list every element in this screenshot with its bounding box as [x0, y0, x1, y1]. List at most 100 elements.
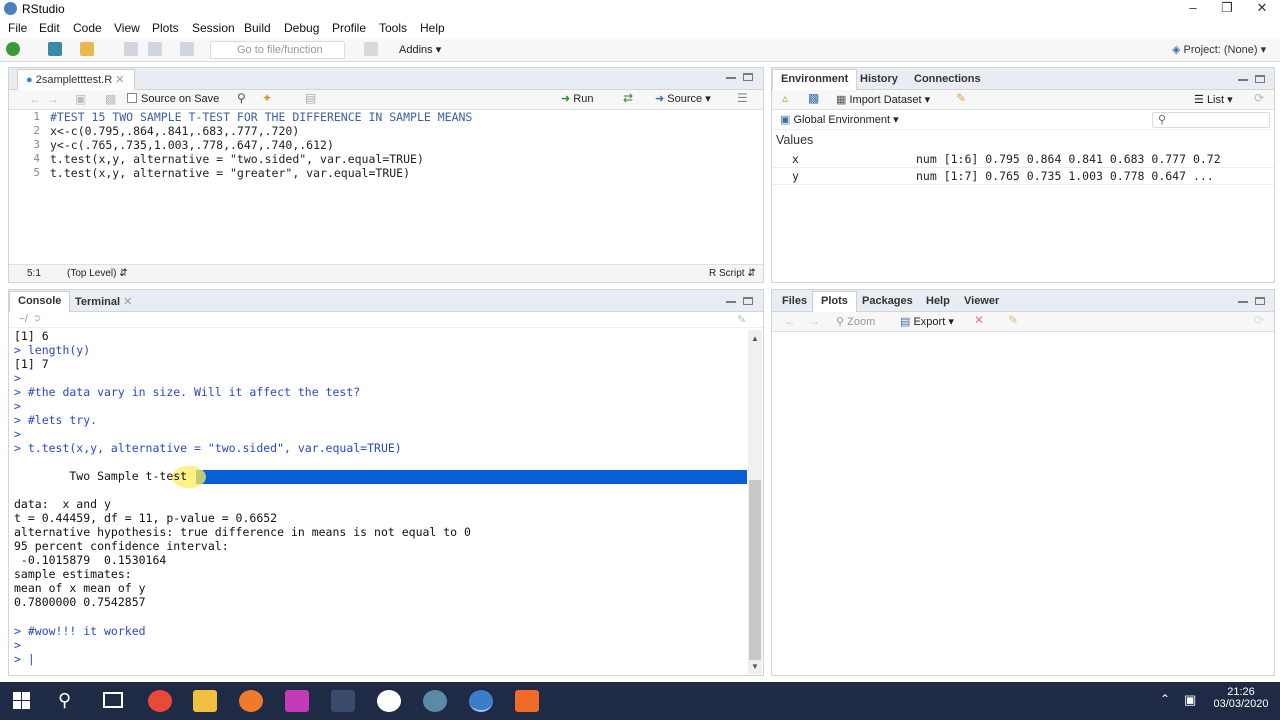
run-button[interactable]: ➜ Run [561, 92, 593, 105]
search-taskbar-icon[interactable]: ⚲ [58, 690, 71, 711]
menu-session[interactable]: Session [192, 21, 235, 35]
view-mode-selector[interactable]: ☰ List ▾ [1194, 93, 1233, 106]
go-to-directory-icon[interactable]: ➲ [33, 313, 41, 324]
firefox-icon[interactable] [239, 690, 263, 712]
menu-help[interactable]: Help [420, 21, 445, 35]
clear-workspace-icon[interactable]: ✎ [956, 91, 966, 105]
addins-menu[interactable]: Addins ▾ [399, 43, 441, 56]
scroll-up-icon[interactable]: ▲ [751, 334, 759, 343]
tab-packages[interactable]: Packages [854, 292, 921, 310]
close-tab-icon[interactable]: ✕ [115, 74, 124, 86]
tray-expand-icon[interactable]: ⌃ [1160, 692, 1170, 706]
restore-button[interactable]: ❐ [1210, 0, 1244, 18]
menu-edit[interactable]: Edit [39, 21, 60, 35]
files-minimize-icon[interactable] [1238, 301, 1248, 303]
tab-history[interactable]: History [852, 70, 906, 88]
find-icon[interactable]: ⚲ [237, 91, 246, 105]
remove-plot-icon[interactable]: ✕ [974, 313, 984, 327]
clear-console-icon[interactable]: ✎ [737, 313, 746, 326]
menu-profile[interactable]: Profile [332, 21, 366, 35]
forward-icon[interactable]: → [47, 92, 59, 106]
menu-view[interactable]: View [114, 21, 140, 35]
tab-viewer[interactable]: Viewer [956, 292, 1007, 310]
goto-file-input[interactable]: Go to file/function [210, 41, 345, 59]
code-line[interactable]: x<-c(0.795,.864,.841,.683,.777,.720) [50, 124, 299, 138]
rstudio-taskbar-icon[interactable] [469, 690, 493, 712]
menu-plots[interactable]: Plots [152, 21, 179, 35]
console-input-line[interactable]: > | [14, 652, 35, 666]
export-button[interactable]: ▤ Export ▾ [900, 315, 954, 328]
code-tools-icon[interactable]: ✦ [262, 91, 272, 105]
tab-plots[interactable]: Plots [812, 291, 857, 312]
network-app-icon[interactable] [423, 690, 447, 712]
files-maximize-icon[interactable] [1255, 297, 1265, 305]
next-plot-icon[interactable]: → [808, 314, 820, 328]
clear-plots-icon[interactable]: ✎ [1008, 313, 1018, 327]
tab-connections[interactable]: Connections [906, 70, 989, 88]
compile-report-icon[interactable]: ▤ [305, 91, 316, 105]
menu-code[interactable]: Code [73, 21, 102, 35]
source-button[interactable]: ➜ Source ▾ [655, 92, 711, 105]
app-icon[interactable] [285, 690, 309, 712]
refresh-icon[interactable]: ⟳ [1254, 91, 1264, 105]
tab-terminal[interactable]: Terminal ✕ [67, 292, 140, 311]
app-circle-icon[interactable] [377, 690, 401, 712]
menu-build[interactable]: Build [244, 21, 271, 35]
source-minimize-icon[interactable] [726, 77, 736, 79]
recorder-icon[interactable] [515, 690, 539, 712]
file-type-selector[interactable]: R Script ⇵ [709, 268, 756, 279]
tab-files[interactable]: Files [774, 292, 815, 310]
scope-selector[interactable]: (Top Level) ⇵ [67, 268, 128, 279]
task-view-icon[interactable] [103, 692, 123, 708]
console-scrollbar[interactable]: ▲ ▼ [748, 330, 762, 674]
close-terminal-icon[interactable]: ✕ [123, 296, 132, 308]
outline-icon[interactable]: ☰ [737, 91, 748, 105]
tab-console[interactable]: Console [9, 291, 71, 312]
previous-plot-icon[interactable]: ← [784, 314, 796, 328]
tab-2sampletttest[interactable]: ● 2sampletttest.R ✕ [17, 69, 135, 90]
code-line[interactable]: y<-c(.765,.735,1.003,.778,.647,.740,.612… [50, 138, 334, 152]
tab-environment[interactable]: Environment [772, 69, 858, 90]
code-line[interactable]: #TEST 15 TWO SAMPLE T-TEST FOR THE DIFFE… [50, 110, 472, 124]
save-file-icon[interactable]: ▩ [105, 92, 116, 106]
save-icon[interactable] [124, 42, 138, 56]
windows-start-icon[interactable] [13, 692, 31, 710]
import-dataset-button[interactable]: ▦ Import Dataset ▾ [836, 93, 930, 106]
env-row-y[interactable]: y num [1:7] 0.765 0.735 1.003 0.778 0.64… [772, 168, 1274, 185]
dev-app-icon[interactable] [331, 690, 355, 712]
rerun-icon[interactable]: ⇄ [623, 91, 633, 105]
refresh-plots-icon[interactable]: ⟳ [1254, 313, 1264, 327]
open-folder-icon[interactable] [80, 42, 94, 56]
zoom-button[interactable]: ⚲ Zoom [836, 315, 875, 328]
menu-tools[interactable]: Tools [379, 21, 407, 35]
console-minimize-icon[interactable] [726, 301, 736, 303]
load-workspace-icon[interactable]: ▵ [782, 91, 788, 105]
save-workspace-icon[interactable]: ▩ [808, 91, 819, 105]
code-line[interactable]: t.test(x,y, alternative = "greater", var… [50, 166, 410, 180]
new-file-icon[interactable] [6, 42, 20, 56]
source-maximize-icon[interactable] [743, 73, 753, 81]
clock[interactable]: 21:26 03/03/2020 [1212, 686, 1270, 710]
minimize-button[interactable]: – [1176, 0, 1210, 18]
close-button[interactable]: ✕ [1245, 0, 1279, 18]
scrollbar-thumb[interactable] [749, 480, 761, 660]
tab-help[interactable]: Help [918, 292, 958, 310]
global-environment-selector[interactable]: ▣ Global Environment ▾ [780, 113, 899, 126]
print-icon[interactable] [180, 42, 194, 56]
env-maximize-icon[interactable] [1255, 75, 1265, 83]
source-on-save-checkbox[interactable] [127, 93, 137, 103]
show-in-window-icon[interactable]: ▣ [75, 92, 86, 106]
notifications-icon[interactable]: ▣ [1184, 692, 1196, 708]
env-row-x[interactable]: x num [1:6] 0.795 0.864 0.841 0.683 0.77… [772, 151, 1274, 168]
menu-file[interactable]: File [8, 21, 27, 35]
back-icon[interactable]: ← [29, 92, 41, 106]
env-search-input[interactable]: ⚲ [1152, 112, 1270, 128]
env-minimize-icon[interactable] [1238, 79, 1248, 81]
menu-debug[interactable]: Debug [284, 21, 319, 35]
chrome-icon[interactable] [148, 690, 172, 712]
save-all-icon[interactable] [148, 42, 162, 56]
scroll-down-icon[interactable]: ▼ [751, 662, 759, 671]
workspace-panes-icon[interactable] [364, 42, 378, 56]
new-project-icon[interactable] [48, 42, 62, 56]
code-line[interactable]: t.test(x,y, alternative = "two.sided", v… [50, 152, 424, 166]
